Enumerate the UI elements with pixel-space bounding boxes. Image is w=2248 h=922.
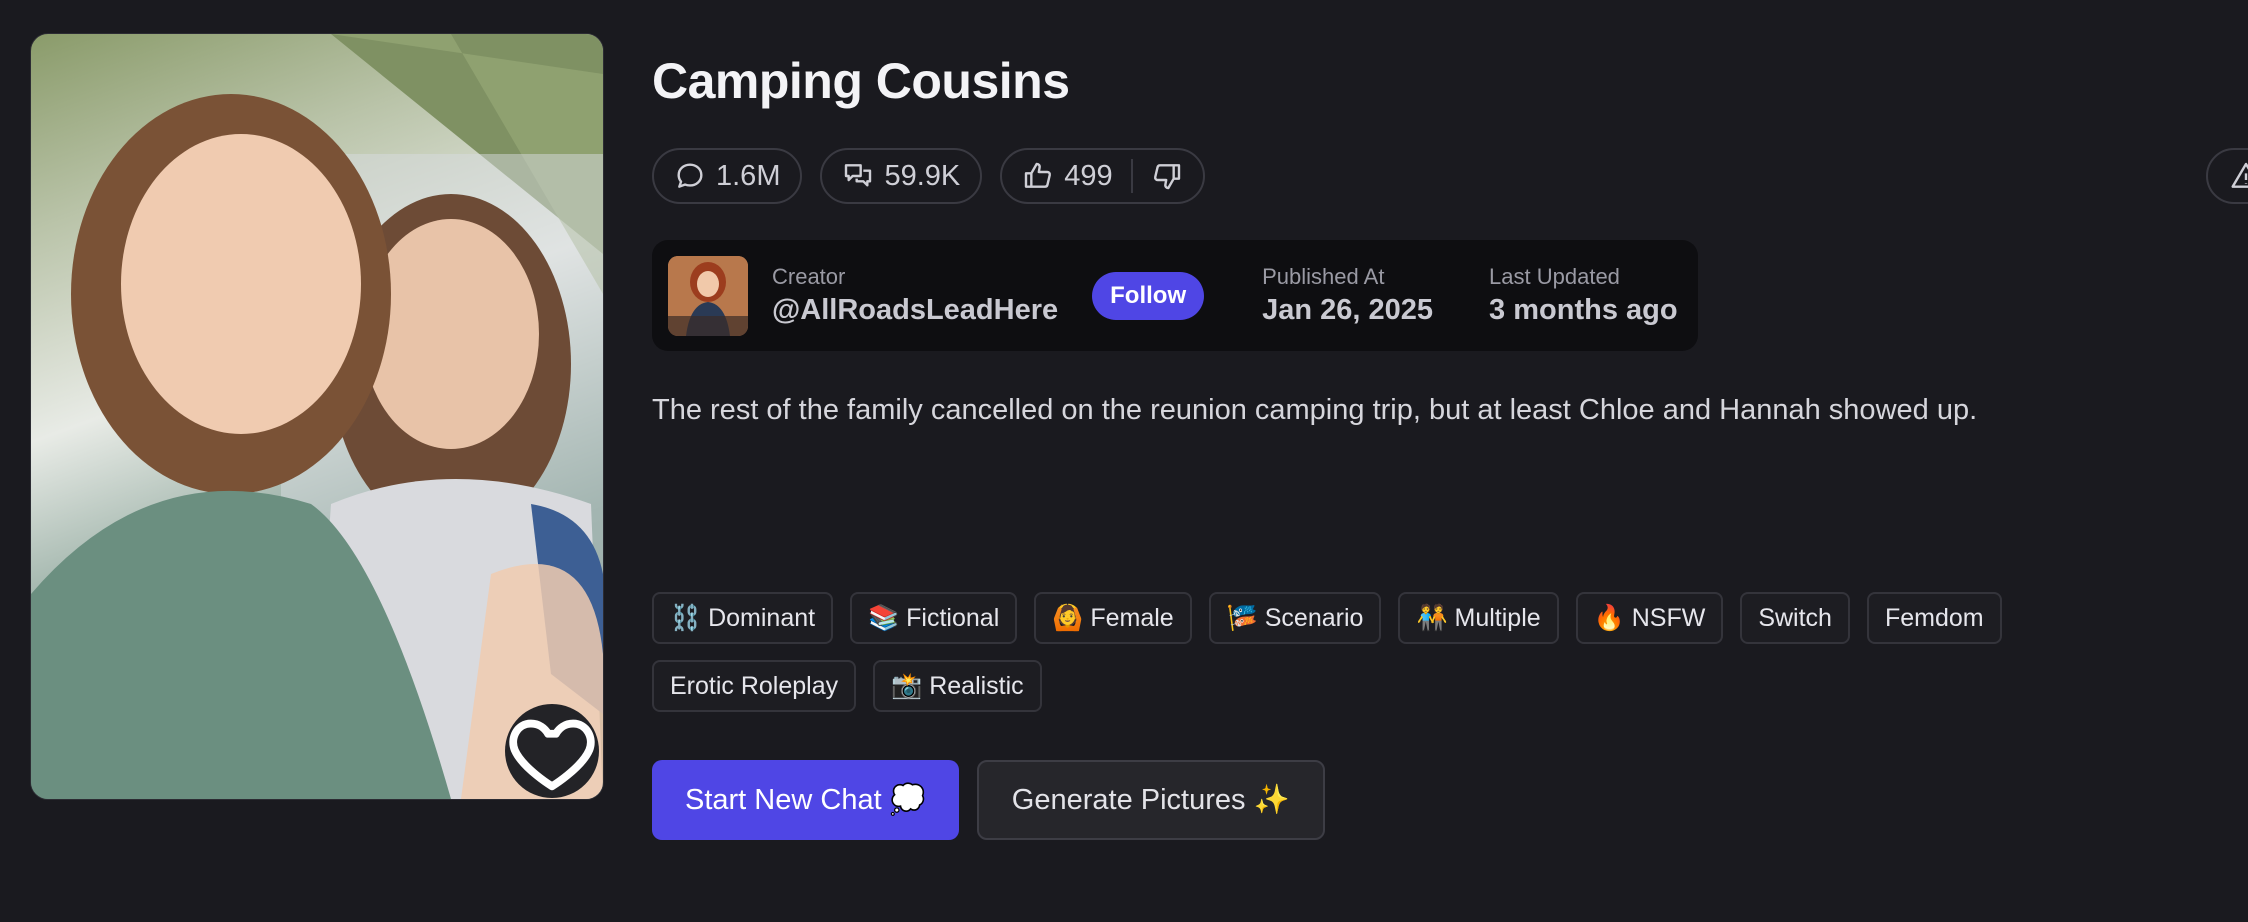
tag-list: ⛓️ Dominant 📚 Fictional 🙆 Female 🎏 Scena…	[652, 592, 2212, 712]
chats-count: 59.9K	[884, 159, 961, 192]
published-at: Published At Jan 26, 2025	[1262, 264, 1433, 327]
messages-count-pill[interactable]: 1.6M	[652, 148, 803, 204]
tag-multiple[interactable]: 🧑‍🤝‍🧑 Multiple	[1398, 592, 1559, 644]
creator-label: Creator	[772, 264, 846, 289]
tag-realistic[interactable]: 📸 Realistic	[873, 660, 1042, 712]
likes-count: 499	[1064, 159, 1113, 192]
tag-femdom[interactable]: Femdom	[1866, 592, 2002, 644]
tag-erotic-roleplay[interactable]: Erotic Roleplay	[652, 660, 857, 712]
chat-bubble-icon	[677, 163, 703, 188]
creator-handle[interactable]: @AllRoadsLeadHere	[772, 294, 1058, 327]
report-button[interactable]	[2206, 148, 2248, 204]
favorite-button[interactable]	[505, 704, 599, 798]
start-new-chat-button[interactable]: Start New Chat 💭	[652, 760, 959, 840]
warning-icon	[2231, 162, 2248, 188]
vote-pill: 499	[1000, 148, 1205, 204]
tag-scenario[interactable]: 🎏 Scenario	[1208, 592, 1382, 644]
follow-button[interactable]: Follow	[1092, 271, 1205, 320]
vote-divider	[1130, 159, 1133, 193]
updated-label: Last Updated	[1489, 264, 1620, 289]
chats-count-pill[interactable]: 59.9K	[820, 148, 983, 204]
creator-card: Creator @AllRoadsLeadHere Follow Publish…	[652, 240, 1698, 351]
thumbs-up-icon[interactable]	[1022, 160, 1054, 192]
messages-count: 1.6M	[716, 159, 781, 192]
published-value: Jan 26, 2025	[1262, 294, 1434, 326]
creator-info: Creator @AllRoadsLeadHere	[772, 264, 1058, 327]
tag-nsfw[interactable]: 🔥 NSFW	[1575, 592, 1724, 644]
tag-switch[interactable]: Switch	[1740, 592, 1850, 644]
character-title: Camping Cousins	[652, 53, 1070, 109]
action-buttons: Start New Chat 💭 Generate Pictures ✨	[652, 760, 1325, 840]
thumbs-down-icon[interactable]	[1151, 160, 1183, 192]
stats-row: 1.6M 59.9K 499	[652, 148, 1205, 208]
cover-illustration	[31, 34, 603, 799]
avatar-illustration	[668, 255, 748, 336]
generate-pictures-button[interactable]: Generate Pictures ✨	[976, 760, 1325, 840]
tag-dominant[interactable]: ⛓️ Dominant	[652, 592, 834, 644]
tag-fictional[interactable]: 📚 Fictional	[850, 592, 1018, 644]
last-updated: Last Updated 3 months ago	[1489, 264, 1678, 327]
creator-avatar[interactable]	[668, 255, 748, 336]
published-label: Published At	[1262, 264, 1385, 289]
conversations-icon	[845, 164, 872, 187]
tag-female[interactable]: 🙆 Female	[1034, 592, 1192, 644]
character-description: The rest of the family cancelled on the …	[652, 394, 1978, 426]
updated-value: 3 months ago	[1489, 294, 1678, 326]
heart-icon	[509, 719, 595, 791]
character-cover-image	[30, 33, 604, 800]
